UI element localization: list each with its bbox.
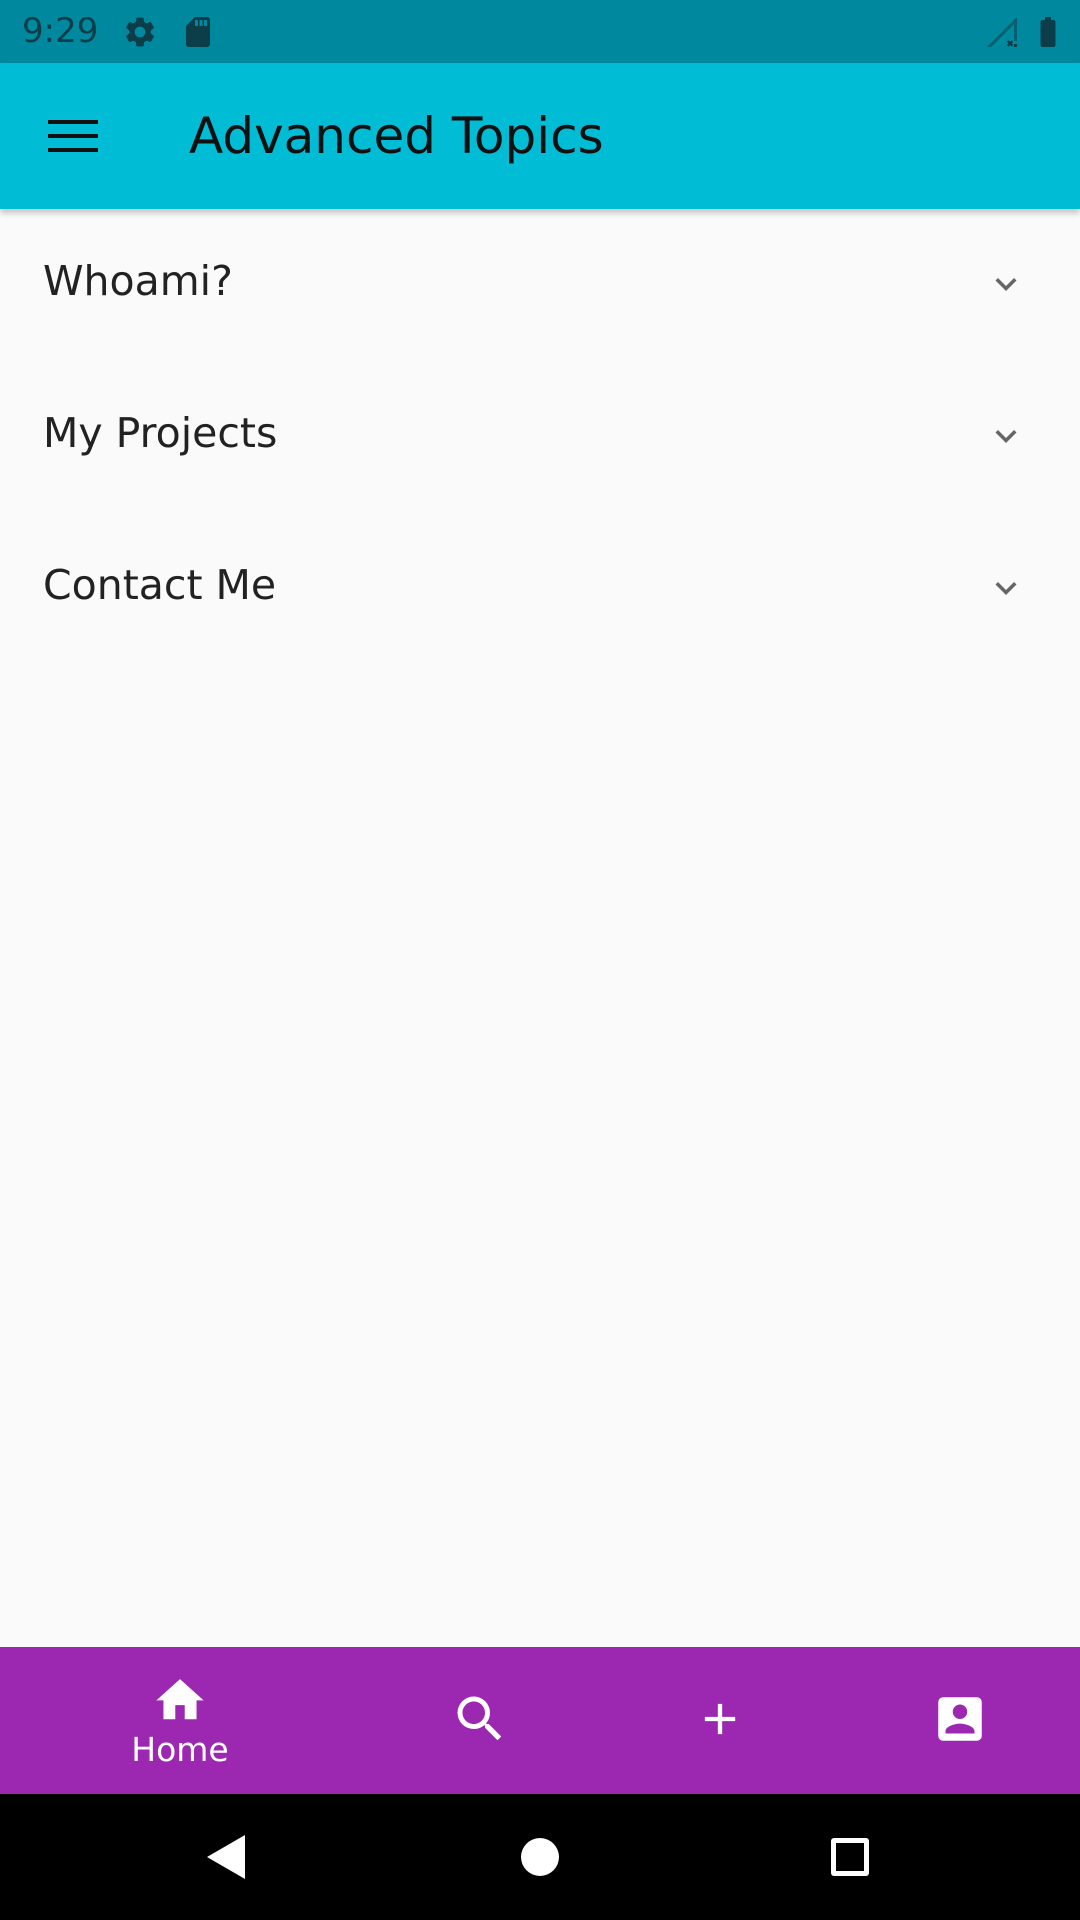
expandable-list: Whoami? My Projects Contact Me	[0, 209, 1080, 665]
system-navigation-bar	[0, 1794, 1080, 1920]
recents-icon[interactable]	[817, 1824, 883, 1890]
chevron-down-icon[interactable]	[985, 567, 1027, 609]
nav-item-profile[interactable]	[840, 1647, 1080, 1794]
nav-item-label: Home	[131, 1729, 229, 1769]
list-item-contact-me[interactable]: Contact Me	[0, 513, 1080, 665]
list-item-whoami[interactable]: Whoami?	[0, 209, 1080, 361]
account-box-icon	[931, 1690, 989, 1752]
list-item-label: My Projects	[43, 409, 278, 457]
chevron-down-icon[interactable]	[985, 263, 1027, 305]
hamburger-menu-icon[interactable]	[36, 103, 110, 169]
signal-off-icon	[984, 14, 1020, 50]
nav-item-search[interactable]	[360, 1647, 600, 1794]
home-circle-icon[interactable]	[507, 1824, 573, 1890]
list-item-label: Whoami?	[43, 257, 233, 305]
search-icon	[450, 1689, 510, 1753]
nav-item-home[interactable]: Home	[60, 1647, 300, 1794]
sd-card-icon	[180, 14, 216, 50]
chevron-down-icon[interactable]	[985, 415, 1027, 457]
bottom-navigation: Home	[0, 1647, 1080, 1794]
list-item-label: Contact Me	[43, 561, 277, 609]
back-icon[interactable]	[192, 1824, 258, 1890]
plus-icon	[694, 1693, 746, 1749]
list-item-my-projects[interactable]: My Projects	[0, 361, 1080, 513]
app-screen: 9:29 Advanced Topics Whoami? My Projects…	[0, 0, 1080, 1920]
page-title: Advanced Topics	[189, 107, 604, 165]
nav-item-add[interactable]	[600, 1647, 840, 1794]
battery-icon	[1030, 14, 1066, 50]
app-bar: Advanced Topics	[0, 63, 1080, 209]
gear-icon	[122, 14, 158, 50]
home-icon	[151, 1672, 209, 1728]
status-time: 9:29	[22, 11, 99, 51]
status-bar: 9:29	[0, 0, 1080, 63]
